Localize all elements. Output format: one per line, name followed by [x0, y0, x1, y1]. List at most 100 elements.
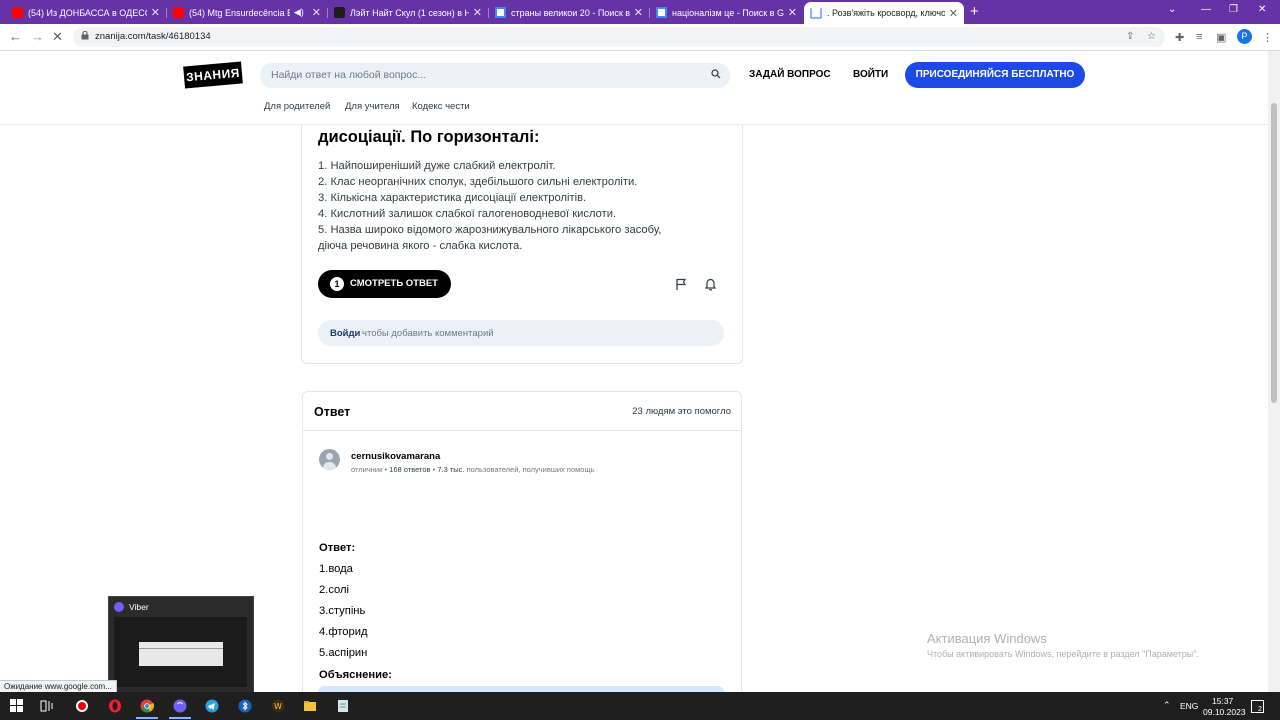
tab-6-active[interactable]: . Розв'яжіть кросворд, ключов ✕: [804, 2, 964, 24]
address-bar[interactable]: znanija.com/task/46180134 ⇪ ☆: [73, 27, 1165, 47]
explanation-label: Объяснение:: [319, 669, 392, 681]
new-tab-button[interactable]: +: [970, 3, 979, 20]
answer-lead: Ответ:: [319, 542, 356, 554]
flag-icon[interactable]: [675, 278, 687, 291]
answer-card-header: Ответ 23 людям это помогло: [303, 392, 741, 431]
lock-icon[interactable]: [81, 31, 89, 40]
toolbar: ← → ✕ znanija.com/task/46180134 ⇪ ☆ ✚ ≡ …: [0, 24, 1280, 51]
viber-thumbnail[interactable]: [114, 617, 247, 687]
tab-4[interactable]: страны великои 20 - Поиск в G ✕: [489, 3, 649, 22]
tab-title: (54) Mtg Ensurdecência Estr: [189, 7, 290, 18]
viber-taskbar-icon[interactable]: [173, 699, 187, 713]
bell-icon[interactable]: [704, 277, 717, 291]
helped-count: 23 людям это помогло: [632, 406, 731, 417]
close-icon[interactable]: ✕: [788, 6, 797, 19]
close-icon[interactable]: ✕: [634, 6, 643, 19]
tray-date[interactable]: 09.10.2023: [1203, 707, 1246, 717]
tab-title: (54) Из ДОНБАССА в ОДЕССУ и: [28, 7, 147, 18]
speaker-icon[interactable]: ◀): [294, 7, 304, 18]
side-panel-icon[interactable]: ▣: [1216, 31, 1226, 44]
bluetooth-app-icon[interactable]: [238, 699, 252, 713]
extensions-icon[interactable]: ✚: [1175, 31, 1184, 44]
viber-icon: [114, 602, 124, 612]
tray-language[interactable]: ENG: [1180, 701, 1198, 711]
answer-item: 5.аспірин: [319, 647, 368, 659]
windows-activation-text: Чтобы активировать Windows, перейдите в …: [927, 649, 1199, 659]
bookmark-star-icon[interactable]: ☆: [1147, 31, 1156, 42]
question-line: діюча речовина якого - слабка кислота.: [318, 240, 523, 252]
share-icon[interactable]: ⇪: [1126, 31, 1134, 42]
restore-button[interactable]: ❐: [1229, 4, 1238, 15]
site-header: ЗНАНИЯ Найди ответ на любой вопрос... ЗА…: [0, 51, 1268, 125]
notepad-icon[interactable]: [336, 699, 350, 713]
file-explorer-icon[interactable]: [303, 699, 317, 713]
answerer-stats: отличник • 168 ответов • 7.3 тыс. пользо…: [351, 465, 595, 474]
avatar[interactable]: [319, 449, 340, 470]
tab-title: націоналізм це - Поиск в Goog: [672, 7, 784, 18]
close-icon[interactable]: ✕: [949, 7, 958, 20]
ask-question-link[interactable]: ЗАДАЙ ВОПРОС: [749, 69, 831, 80]
reading-list-icon[interactable]: ≡: [1196, 31, 1202, 43]
close-icon[interactable]: ✕: [312, 6, 321, 19]
profile-avatar[interactable]: P: [1237, 29, 1252, 44]
back-button[interactable]: ←: [9, 29, 22, 44]
game-launcher-icon[interactable]: W: [271, 699, 285, 713]
tab-search-icon[interactable]: ⌄: [1168, 4, 1176, 15]
opera-icon[interactable]: [108, 699, 122, 713]
search-placeholder: Найди ответ на любой вопрос...: [271, 69, 427, 81]
question-line: 4. Кислотний залишок слабкої галогеновод…: [318, 208, 617, 220]
url-text[interactable]: znanija.com/task/46180134: [95, 31, 211, 42]
join-free-button[interactable]: ПРИСОЕДИНЯЙСЯ БЕСПЛАТНО: [905, 62, 1085, 88]
tab-title: . Розв'яжіть кросворд, ключов: [827, 8, 945, 18]
search-input[interactable]: Найди ответ на любой вопрос...: [260, 63, 730, 88]
tab-1[interactable]: (54) Из ДОНБАССА в ОДЕССУ и ✕: [6, 3, 166, 22]
svg-text:W: W: [274, 702, 282, 711]
youtube-icon: [173, 7, 184, 18]
page-scrollbar[interactable]: [1268, 51, 1280, 692]
tab-5[interactable]: націоналізм це - Поиск в Goog ✕: [650, 3, 803, 22]
answer-card: Ответ 23 людям это помогло cernusikovama…: [302, 391, 742, 692]
menu-icon[interactable]: ⋮: [1262, 31, 1273, 44]
login-link[interactable]: ВОЙТИ: [853, 69, 888, 80]
answer-item: 3.ступінь: [319, 605, 366, 617]
record-icon[interactable]: [75, 699, 89, 713]
tab-2[interactable]: (54) Mtg Ensurdecência Estr ◀) ✕: [167, 3, 327, 22]
windows-activation-title: Активация Windows: [927, 631, 1047, 646]
site-logo[interactable]: ЗНАНИЯ: [183, 61, 243, 89]
google-icon: [495, 7, 506, 18]
tab-strip: (54) Из ДОНБАССА в ОДЕССУ и ✕ (54) Mtg E…: [0, 0, 1280, 24]
tray-time[interactable]: 15:37: [1212, 696, 1233, 706]
close-icon[interactable]: ✕: [473, 6, 482, 19]
answerer-name[interactable]: cernusikovamarana: [351, 451, 440, 462]
view-answer-label: СМОТРЕТЬ ОТВЕТ: [350, 278, 438, 289]
minimize-button[interactable]: —: [1201, 4, 1211, 15]
windows-start-icon[interactable]: [10, 699, 24, 713]
scrollbar-thumb[interactable]: [1271, 103, 1277, 403]
question-line: 1. Найпоширеніший дуже слабкий електролі…: [318, 160, 556, 172]
answer-count-badge: 1: [330, 277, 344, 291]
comment-hint: чтобы добавить комментарий: [362, 328, 494, 339]
search-icon[interactable]: [711, 69, 721, 79]
close-window-button[interactable]: ✕: [1258, 4, 1266, 15]
forward-button[interactable]: →: [31, 29, 44, 44]
subnav-honor-code[interactable]: Кодекс чести: [412, 101, 470, 112]
film-icon: [334, 7, 345, 18]
subnav-parents[interactable]: Для родителей: [264, 101, 330, 112]
comment-prompt[interactable]: Войди чтобы добавить комментарий: [318, 320, 724, 346]
stop-button[interactable]: ✕: [52, 29, 63, 45]
tray-expand-icon[interactable]: ⌃: [1163, 700, 1171, 711]
task-view-icon[interactable]: [40, 699, 54, 713]
viber-preview[interactable]: Viber: [108, 596, 254, 694]
subnav-teachers[interactable]: Для учителя: [345, 101, 400, 112]
viber-preview-title: Viber: [129, 602, 149, 612]
answerer-helped: 7.3 тыс.: [437, 465, 465, 474]
tab-3[interactable]: Лэйт Найт Скул (1 сезон) в HD ✕: [328, 3, 488, 22]
telegram-icon[interactable]: [205, 699, 219, 713]
chrome-icon[interactable]: [140, 699, 154, 713]
close-icon[interactable]: ✕: [151, 6, 160, 19]
youtube-icon: [12, 7, 23, 18]
comment-login-link[interactable]: Войди: [330, 328, 360, 339]
taskbar: W ⌃ ENG 15:37 09.10.2023 2: [0, 692, 1280, 720]
view-answer-button[interactable]: 1 СМОТРЕТЬ ОТВЕТ: [318, 270, 451, 298]
answerer-helped-suffix: пользователей, получивших помощь: [466, 465, 595, 474]
